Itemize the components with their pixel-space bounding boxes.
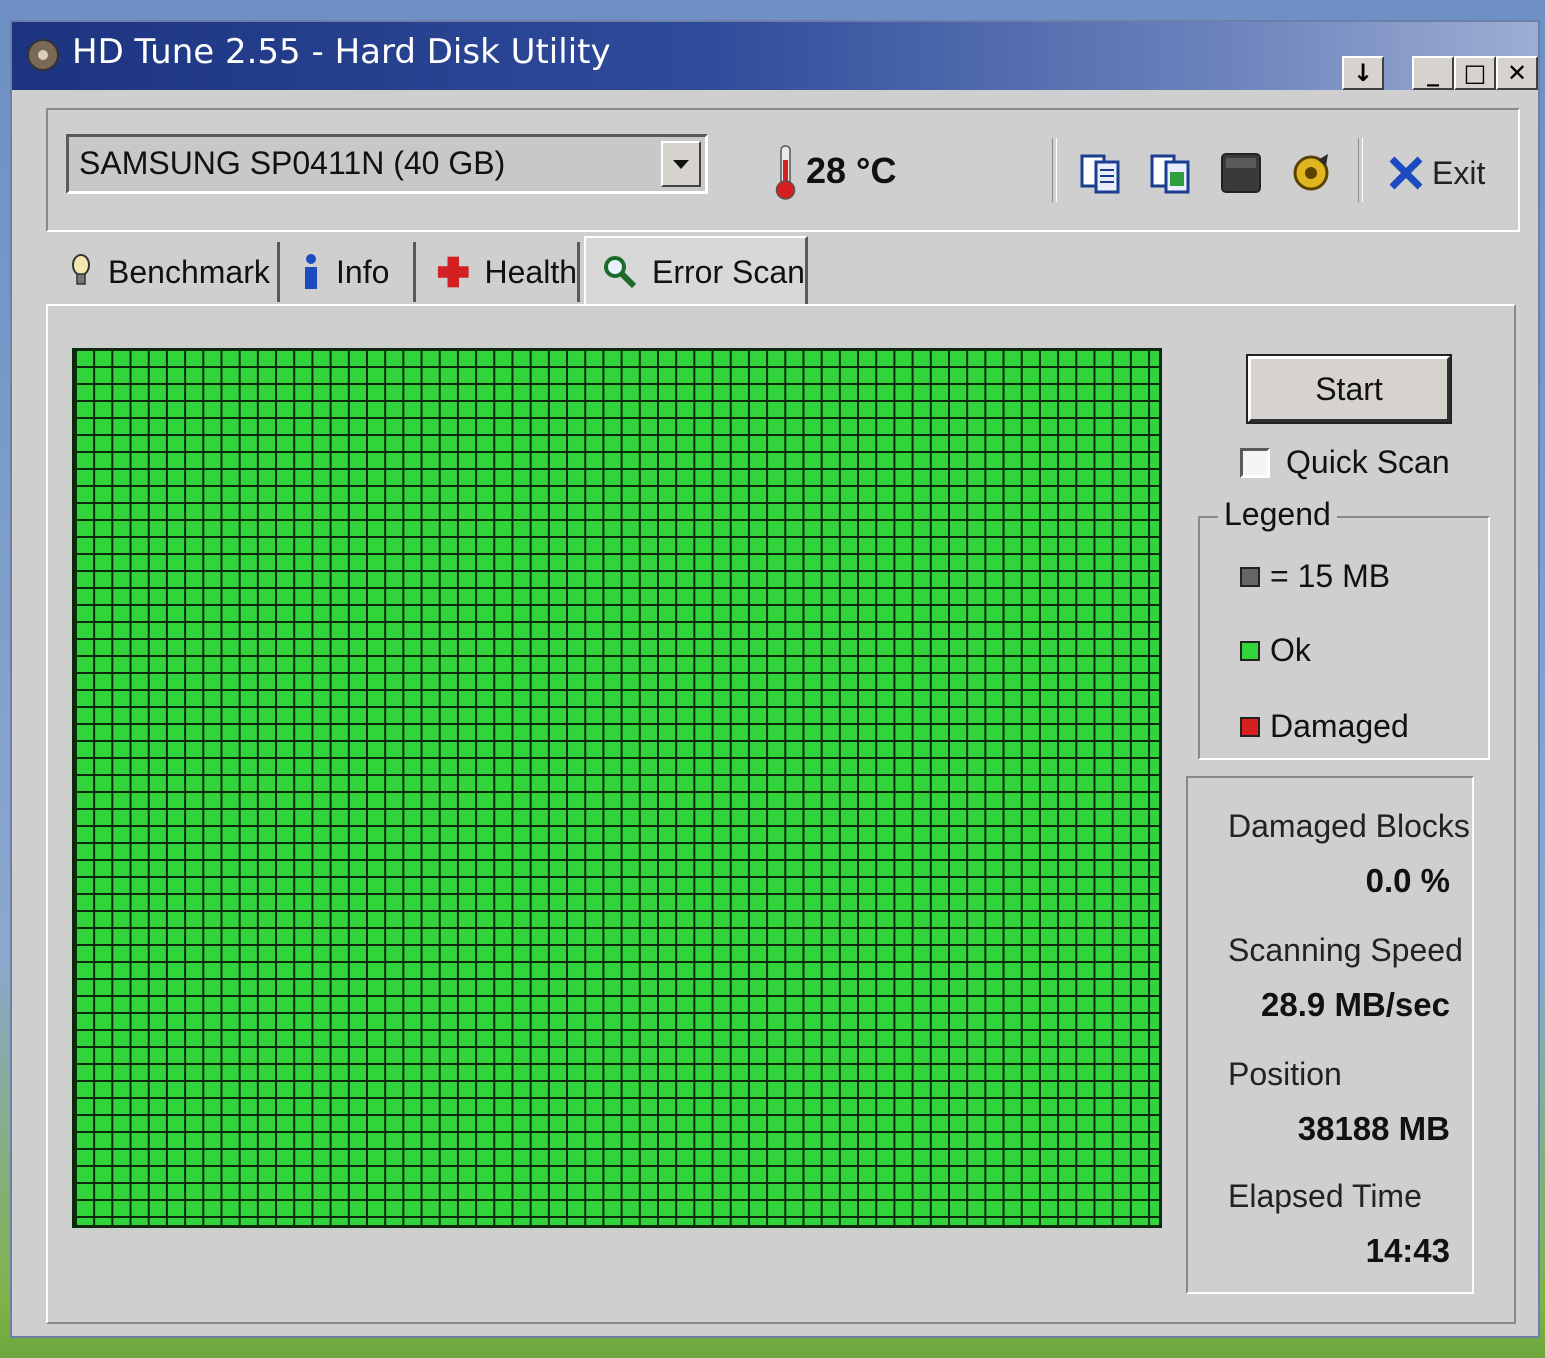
window-title: HD Tune 2.55 - Hard Disk Utility xyxy=(72,32,611,72)
toolbar-separator xyxy=(1052,138,1057,202)
exit-label: Exit xyxy=(1432,154,1486,191)
position-label: Position xyxy=(1228,1056,1342,1092)
app-icon xyxy=(27,39,59,71)
scanning-speed-value: 28.9 MB/sec xyxy=(1261,986,1450,1023)
damaged-blocks-value: 0.0 % xyxy=(1365,862,1450,899)
start-button[interactable]: Start xyxy=(1246,354,1452,424)
download-button[interactable]: ↓ xyxy=(1342,56,1384,90)
quick-scan-option[interactable]: Quick Scan xyxy=(1240,444,1450,481)
minimize-button[interactable]: _ xyxy=(1412,56,1454,90)
close-icon: ✕ xyxy=(1506,59,1528,87)
legend-group: Legend = 15 MB Ok Damaged xyxy=(1198,496,1490,760)
options-icon[interactable] xyxy=(1218,150,1264,196)
legend-ok: Ok xyxy=(1240,632,1311,669)
copy-screenshot-icon[interactable] xyxy=(1148,150,1194,196)
minimize-icon: _ xyxy=(1427,59,1439,87)
save-icon[interactable] xyxy=(1288,150,1334,196)
scanning-speed-label: Scanning Speed xyxy=(1228,932,1463,968)
drive-select-value: SAMSUNG SP0411N (40 GB) xyxy=(79,145,506,181)
maximize-button[interactable]: □ xyxy=(1454,56,1496,90)
drive-select[interactable]: SAMSUNG SP0411N (40 GB) xyxy=(66,134,708,194)
benchmark-icon xyxy=(72,254,90,285)
legend-ok-label: Ok xyxy=(1270,632,1311,668)
copy-info-icon[interactable] xyxy=(1078,150,1124,196)
drive-dropdown-button[interactable] xyxy=(661,141,701,187)
legend-block-size: = 15 MB xyxy=(1240,558,1390,595)
swatch-block-icon xyxy=(1240,566,1260,587)
health-icon xyxy=(437,256,469,288)
legend-title: Legend xyxy=(1218,496,1337,533)
elapsed-time-label: Elapsed Time xyxy=(1228,1178,1422,1214)
damaged-blocks-label: Damaged Blocks xyxy=(1228,808,1470,844)
tab-label: Health xyxy=(484,253,578,290)
close-x-icon xyxy=(1389,156,1423,190)
close-button[interactable]: ✕ xyxy=(1496,56,1538,90)
position-value: 38188 MB xyxy=(1297,1110,1450,1147)
swatch-ok-icon xyxy=(1240,640,1260,661)
quick-scan-checkbox[interactable] xyxy=(1240,447,1270,478)
toolbar: SAMSUNG SP0411N (40 GB) 28 °C Exit xyxy=(46,108,1520,232)
thermometer-icon xyxy=(775,145,796,200)
chevron-down-icon xyxy=(673,160,689,169)
hdtune-window: HD Tune 2.55 - Hard Disk Utility ↓ _ □ ✕… xyxy=(10,20,1540,1338)
scan-stats-group: Damaged Blocks 0.0 % Scanning Speed 28.9… xyxy=(1186,776,1474,1294)
tab-label: Info xyxy=(336,253,390,290)
arrow-down-icon: ↓ xyxy=(1352,59,1374,87)
legend-block-size-label: = 15 MB xyxy=(1270,558,1391,594)
scan-block-map xyxy=(72,348,1162,1228)
error-scan-panel: Start Quick Scan Legend = 15 MB Ok Damag… xyxy=(46,304,1516,1324)
tab-health[interactable]: Health xyxy=(420,242,580,302)
tab-label: Benchmark xyxy=(108,253,270,290)
legend-damaged: Damaged xyxy=(1240,708,1409,745)
title-bar[interactable]: HD Tune 2.55 - Hard Disk Utility ↓ _ □ ✕ xyxy=(12,22,1538,90)
tab-label: Error Scan xyxy=(652,253,805,290)
toolbar-separator xyxy=(1358,138,1363,202)
maximize-icon: □ xyxy=(1463,59,1487,87)
tab-error-scan[interactable]: Error Scan xyxy=(584,236,808,306)
exit-button[interactable]: Exit xyxy=(1388,150,1485,196)
info-icon xyxy=(305,254,317,289)
magnifier-icon xyxy=(604,256,637,289)
elapsed-time-value: 14:43 xyxy=(1365,1232,1450,1269)
tab-benchmark[interactable]: Benchmark xyxy=(52,242,280,302)
tab-info[interactable]: Info xyxy=(284,242,416,302)
temperature-readout: 28 °C xyxy=(806,150,897,191)
quick-scan-label: Quick Scan xyxy=(1286,444,1450,480)
swatch-damaged-icon xyxy=(1240,716,1260,737)
legend-damaged-label: Damaged xyxy=(1270,708,1409,744)
